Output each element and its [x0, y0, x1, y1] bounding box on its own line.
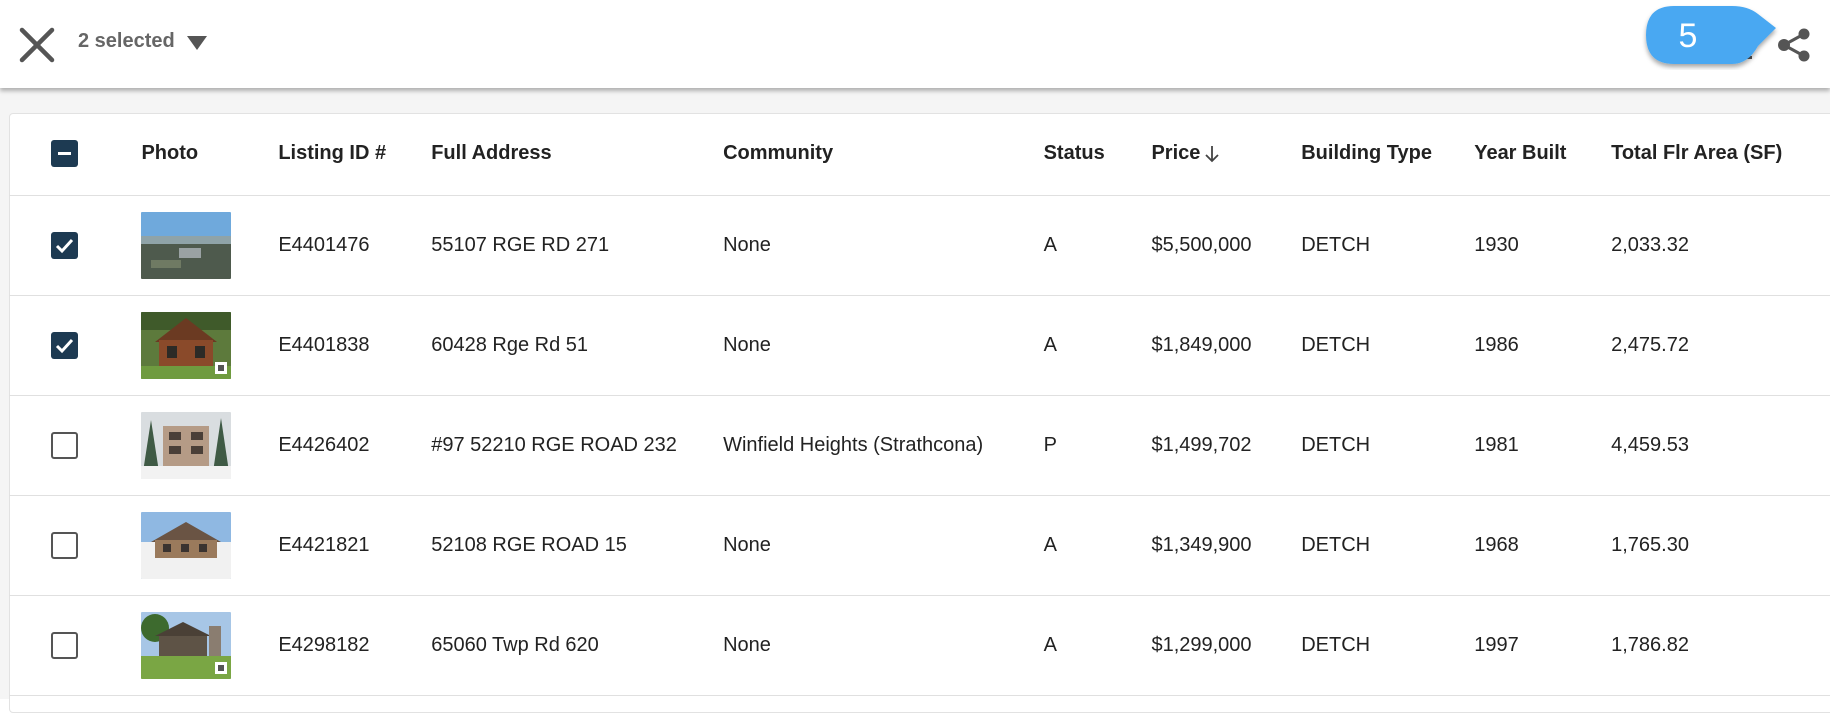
price: $1,349,900: [1151, 495, 1302, 596]
snowy-lodge-photo[interactable]: [141, 511, 232, 579]
price: $1,299,000: [1151, 595, 1302, 696]
check-icon: [55, 238, 74, 253]
full-address: 55107 RGE RD 271: [431, 195, 724, 296]
listings-table: Photo Listing ID # Full Address Communit…: [9, 113, 1830, 696]
aerial-acreage-photo[interactable]: [141, 211, 232, 279]
header-listing-id[interactable]: Listing ID #: [278, 113, 432, 196]
full-address: #97 52210 RGE ROAD 232: [431, 395, 724, 496]
callout-number: 5: [1678, 16, 1698, 55]
row-checkbox[interactable]: [51, 631, 78, 659]
header-photo: Photo: [141, 113, 279, 196]
listing-id: E4298182: [278, 595, 432, 696]
building-type: DETCH: [1301, 395, 1475, 496]
year-built: 1997: [1474, 595, 1612, 696]
table-row[interactable]: E4426402 #97 52210 RGE ROAD 232 Winfield…: [9, 395, 1830, 496]
year-built: 1968: [1474, 495, 1612, 596]
full-address: 60428 Rge Rd 51: [431, 295, 724, 396]
community: None: [723, 595, 1044, 696]
price: $1,499,702: [1151, 395, 1302, 496]
table-row[interactable]: E4401838 60428 Rge Rd 51 None A $1,849,0…: [9, 295, 1830, 396]
table-row[interactable]: E4298182 65060 Twp Rd 620 None A $1,299,…: [9, 595, 1830, 696]
total-floor-area: 4,459.53: [1611, 395, 1830, 496]
header-price[interactable]: Price: [1151, 142, 1220, 165]
selected-count-label[interactable]: 2 selected: [78, 30, 175, 53]
total-floor-area: 2,475.72: [1611, 295, 1830, 396]
year-built: 1930: [1474, 195, 1612, 296]
row-checkbox[interactable]: [51, 531, 78, 559]
status: A: [1043, 195, 1152, 296]
price: $5,500,000: [1151, 195, 1302, 296]
bungalow-yard-photo[interactable]: [141, 611, 232, 679]
table-row[interactable]: E4401476 55107 RGE RD 271 None A $5,500,…: [9, 195, 1830, 296]
building-type: DETCH: [1301, 595, 1475, 696]
log-home-photo[interactable]: [141, 311, 232, 379]
row-checkbox[interactable]: [51, 431, 78, 459]
listing-id: E4401838: [278, 295, 432, 396]
status: P: [1043, 395, 1152, 496]
total-floor-area: 1,786.82: [1611, 595, 1830, 696]
select-all-checkbox[interactable]: [51, 140, 78, 168]
total-floor-area: 2,033.32: [1611, 195, 1830, 296]
header-full-address[interactable]: Full Address: [431, 113, 724, 196]
community: None: [723, 495, 1044, 596]
header-building-type[interactable]: Building Type: [1301, 113, 1475, 196]
table-row[interactable]: E4421821 52108 RGE ROAD 15 None A $1,349…: [9, 495, 1830, 596]
building-type: DETCH: [1301, 195, 1475, 296]
community: None: [723, 195, 1044, 296]
header-total-floor-area[interactable]: Total Flr Area (SF): [1611, 113, 1830, 196]
share-icon[interactable]: [1776, 28, 1812, 62]
minus-icon: [58, 152, 71, 156]
header-price-label: Price: [1151, 142, 1201, 165]
full-address: 65060 Twp Rd 620: [431, 595, 724, 696]
close-icon[interactable]: [16, 24, 58, 66]
listing-id: E4426402: [278, 395, 432, 496]
row-checkbox[interactable]: [51, 231, 78, 259]
building-type: DETCH: [1301, 295, 1475, 396]
header-community[interactable]: Community: [723, 113, 1044, 196]
listing-id: E4421821: [278, 495, 432, 596]
price: $1,849,000: [1151, 295, 1302, 396]
status: A: [1043, 295, 1152, 396]
total-floor-area: 1,765.30: [1611, 495, 1830, 596]
year-built: 1986: [1474, 295, 1612, 396]
table-header-row: Photo Listing ID # Full Address Communit…: [9, 113, 1830, 196]
full-address: 52108 RGE ROAD 15: [431, 495, 724, 596]
row-checkbox[interactable]: [51, 331, 78, 359]
community: None: [723, 295, 1044, 396]
caret-down-icon[interactable]: [186, 35, 208, 51]
header-status[interactable]: Status: [1043, 113, 1152, 196]
building-type: DETCH: [1301, 495, 1475, 596]
community: Winfield Heights (Strathcona): [723, 395, 1044, 496]
status: A: [1043, 495, 1152, 596]
winter-house-photo[interactable]: [141, 411, 232, 479]
header-year-built[interactable]: Year Built: [1474, 113, 1612, 196]
year-built: 1981: [1474, 395, 1612, 496]
status: A: [1043, 595, 1152, 696]
selection-toolbar: 2 selected 5: [0, 0, 1830, 88]
sort-descending-icon: [1205, 145, 1220, 163]
check-icon: [55, 338, 74, 353]
listing-id: E4401476: [278, 195, 432, 296]
